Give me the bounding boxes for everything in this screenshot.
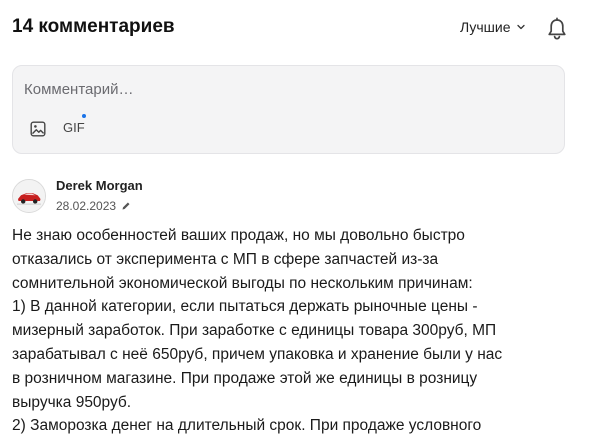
comments-section: 14 комментариев Лучшие GIF	[0, 0, 593, 446]
car-avatar-icon	[13, 180, 45, 212]
comment-composer: GIF	[12, 65, 565, 154]
comments-header: 14 комментариев Лучшие	[12, 14, 572, 44]
pencil-icon	[122, 202, 130, 210]
gif-button[interactable]: GIF	[63, 120, 85, 135]
comments-count-title: 14 комментариев	[12, 16, 175, 37]
image-icon[interactable]	[30, 121, 46, 137]
gif-indicator-dot	[82, 114, 86, 118]
avatar[interactable]	[12, 179, 46, 213]
comment-meta: 28.02.2023	[56, 199, 131, 213]
comment-line: в розничном магазине. При продаже этой ж…	[12, 369, 478, 387]
bell-icon[interactable]	[546, 17, 568, 41]
comment-line: 2) Заморозка денег на длительный срок. П…	[12, 417, 482, 435]
comment-date: 28.02.2023	[56, 199, 117, 213]
comment-line: Не знаю особенностей ваших продаж, но мы…	[12, 227, 465, 244]
comment-line: сомнительной экономической выгоды по нес…	[12, 274, 473, 292]
sort-label: Лучшие	[460, 19, 511, 35]
comment-line: мизерный заработок. При заработке с един…	[12, 322, 497, 340]
comment-input[interactable]	[24, 78, 544, 100]
comment-line: выручка 950руб.	[12, 393, 132, 411]
sort-dropdown[interactable]: Лучшие	[460, 19, 526, 35]
chevron-down-icon	[517, 24, 526, 30]
comment-line: 1) В данной категории, если пытаться дер…	[12, 298, 478, 316]
comment-line: зарабатывал с неё 650руб, причем упаковк…	[12, 345, 503, 363]
author-name[interactable]: Derek Morgan	[56, 178, 143, 193]
comment-body: Не знаю особенностей ваших продаж, но мы…	[12, 224, 532, 438]
comment-line: отказались от эксперимента с МП в сфере …	[12, 250, 439, 268]
